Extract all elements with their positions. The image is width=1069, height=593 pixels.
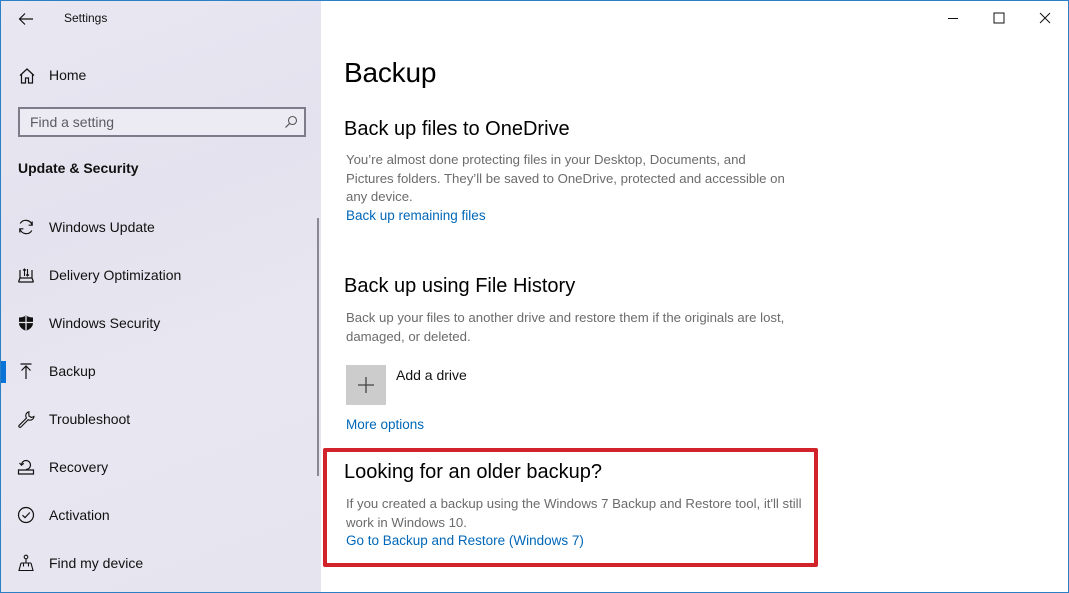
backup-arrow-icon [20,363,32,379]
back-up-remaining-files-link[interactable]: Back up remaining files [346,208,486,223]
sidebar-item-windows-update[interactable]: Windows Update [1,203,317,251]
file-history-description: Back up your files to another drive and … [346,310,785,344]
sidebar-item-label: Troubleshoot [49,411,131,427]
sidebar-item-label: Windows Security [49,315,161,331]
onedrive-heading: Back up files to OneDrive [344,118,570,140]
caption-buttons [930,1,1068,35]
back-arrow-icon [18,13,33,25]
sidebar-item-backup[interactable]: Backup [1,347,317,395]
more-options-link[interactable]: More options [346,417,424,432]
close-button[interactable] [1022,1,1068,35]
active-indicator [1,361,6,383]
sidebar-item-home[interactable]: Home [1,59,321,93]
add-drive-button[interactable]: Add a drive [346,365,467,405]
main-content: Backup Back up files to OneDrive You’re … [321,1,1068,592]
back-button[interactable] [11,5,41,33]
sidebar-item-label: Delivery Optimization [49,267,182,283]
page-title: Backup [344,57,437,88]
wrench-icon [18,411,35,428]
settings-window: Settings Home Update & Security Windows [0,0,1069,593]
sidebar-item-delivery-optimization[interactable]: Delivery Optimization [1,251,317,299]
sidebar-item-troubleshoot[interactable]: Troubleshoot [1,395,317,443]
sidebar-item-windows-security[interactable]: Windows Security [1,299,317,347]
sidebar-item-label: Windows Update [49,219,155,235]
minimize-icon [948,18,958,19]
sidebar-item-label: Find my device [49,555,144,571]
sidebar-scrollbar[interactable] [317,218,319,476]
shield-icon [19,315,33,331]
add-drive-tile[interactable] [346,365,386,405]
recovery-icon [17,459,35,475]
sidebar-item-label: Backup [49,363,96,379]
sidebar-item-activation[interactable]: Activation [1,491,317,539]
close-icon [1039,12,1051,24]
sidebar-item-recovery[interactable]: Recovery [1,443,317,491]
title-bar: Settings [1,1,321,37]
sidebar-item-label: Home [49,67,87,83]
older-backup-heading: Looking for an older backup? [344,461,602,483]
sidebar: Settings Home Update & Security Windows [1,1,321,592]
maximize-button[interactable] [976,1,1022,35]
search-input[interactable] [20,109,270,135]
minimize-button[interactable] [930,1,976,35]
sync-icon [19,219,33,235]
home-icon [19,68,35,84]
sidebar-item-label: Activation [49,507,110,523]
file-history-heading: Back up using File History [344,275,576,297]
sidebar-nav: Windows Update Delivery Optimization Win… [1,203,317,587]
find-device-icon [18,554,34,572]
plus-icon [358,377,374,393]
check-circle-icon [17,506,35,524]
onedrive-description: You’re almost done protecting files in y… [346,152,785,204]
go-to-backup-and-restore-link[interactable]: Go to Backup and Restore (Windows 7) [346,533,584,548]
search-box[interactable] [18,107,306,137]
search-icon[interactable] [284,115,298,129]
delivery-optimization-icon [17,268,35,283]
add-drive-label: Add a drive [396,367,467,383]
maximize-icon [993,12,1005,24]
section-title: Update & Security [18,160,139,176]
sidebar-item-label: Recovery [49,459,109,475]
app-title: Settings [64,11,108,25]
older-backup-description: If you created a backup using the Window… [346,496,802,530]
sidebar-item-find-my-device[interactable]: Find my device [1,539,317,587]
